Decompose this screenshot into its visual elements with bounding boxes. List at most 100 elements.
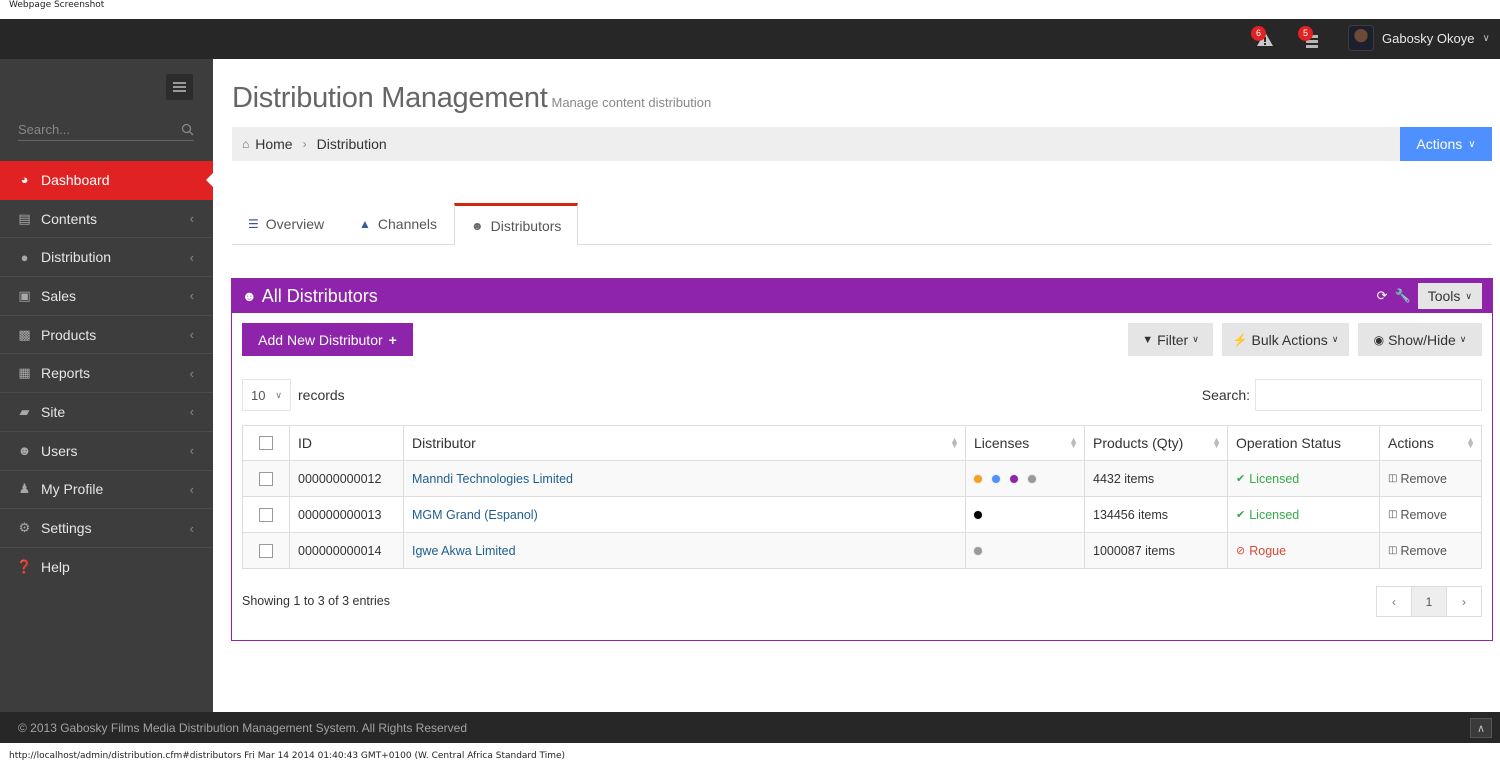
globe-icon: ●	[20, 249, 29, 265]
panel-tools: ⟳ 🔧 Tools ∨	[1377, 283, 1482, 309]
records-per-page-value: 10	[251, 387, 266, 403]
sidebar-search-input[interactable]	[18, 122, 168, 137]
license-dot[interactable]	[992, 474, 1000, 483]
cell-status: ⊘ Rogue	[1227, 532, 1380, 569]
remove-button[interactable]: ◫ Remove	[1388, 472, 1473, 486]
sidebar-item-contents[interactable]: ▤ Contents ‹	[0, 200, 213, 239]
column-label: Actions	[1388, 435, 1434, 451]
license-dot[interactable]	[974, 474, 982, 483]
column-header-id[interactable]: ID	[289, 425, 404, 461]
cell-distributor: MGM Grand (Espanol)	[403, 496, 966, 533]
plus-icon: +	[388, 331, 397, 348]
cell-id: 000000000014	[289, 532, 404, 569]
sidebar-item-products[interactable]: ▩ Products ‹	[0, 316, 213, 355]
tab-label: Distributors	[490, 217, 562, 234]
table-header-row: ID Distributor ▲ ▼ Licenses ▲ ▼ Products (Qt…	[242, 425, 1482, 461]
remove-label: Remove	[1400, 471, 1447, 486]
row-checkbox[interactable]	[259, 543, 273, 558]
table-row: 000000000013 MGM Grand (Espanol) 134456 …	[242, 496, 1482, 533]
sidebar-item-sales[interactable]: ▣ Sales ‹	[0, 277, 213, 316]
group-icon: ☻	[242, 288, 257, 304]
column-header-actions[interactable]: Actions ▲ ▼	[1379, 425, 1482, 461]
tab-bar: ☰ Overview ▲ Channels ☻ Distributors	[232, 203, 1492, 246]
user-name: Gabosky Okoye	[1382, 30, 1475, 46]
records-per-page-select[interactable]: 10 ∨	[242, 379, 291, 411]
chevron-down-icon: ∨	[1331, 334, 1339, 344]
distributor-link[interactable]: Manndi Technologies Limited	[412, 472, 573, 486]
sidebar-item-settings[interactable]: ⚙ Settings ‹	[0, 509, 213, 548]
tab-channels[interactable]: ▲ Channels	[343, 203, 453, 245]
actions-button[interactable]: Actions ∨	[1400, 127, 1492, 161]
page-title: Distribution Management Manage content di…	[232, 82, 711, 115]
pagination-next[interactable]: ›	[1446, 586, 1482, 617]
list-icon: ☰	[248, 217, 259, 231]
user-icon: ♟	[18, 481, 31, 497]
scroll-to-top-button[interactable]: ∧	[1470, 718, 1492, 738]
row-checkbox[interactable]	[259, 471, 273, 486]
chevron-left-icon: ‹	[189, 327, 194, 343]
messages-notification[interactable]: 5	[1298, 26, 1324, 50]
chevron-left-icon: ‹	[189, 481, 194, 497]
show-hide-button[interactable]: ◉ Show/Hide ∨	[1358, 323, 1482, 356]
sidebar-item-help[interactable]: ❓ Help	[0, 548, 213, 587]
license-dot[interactable]	[974, 510, 982, 519]
footer-copyright: © 2013 Gabosky Films Media Distribution …	[18, 720, 468, 735]
cogs-icon: ⚙	[18, 520, 31, 536]
capture-url: http://localhost/admin/distribution.cfm#…	[9, 751, 566, 761]
tab-distributors[interactable]: ☻ Distributors	[454, 203, 579, 246]
row-checkbox[interactable]	[259, 507, 273, 522]
status-label: Rogue	[1249, 543, 1287, 558]
status-badge: ✔ Licensed	[1236, 508, 1371, 522]
license-dot[interactable]	[1010, 474, 1018, 483]
sidebar-item-dashboard[interactable]: ◕ Dashboard	[0, 161, 213, 200]
column-header-licenses[interactable]: Licenses ▲ ▼	[965, 425, 1085, 461]
license-dot[interactable]	[1028, 474, 1036, 483]
tools-button[interactable]: Tools ∨	[1417, 283, 1482, 309]
column-header-operation-status[interactable]: Operation Status	[1227, 425, 1380, 461]
footer: © 2013 Gabosky Films Media Distribution …	[0, 712, 1500, 743]
column-label: Distributor	[412, 435, 476, 451]
search-icon[interactable]	[181, 123, 194, 136]
table-row: 000000000014 Igwe Akwa Limited 1000087 i…	[242, 532, 1482, 569]
select-all-checkbox[interactable]	[259, 436, 273, 450]
sidebar-item-distribution[interactable]: ● Distribution ‹	[0, 238, 213, 278]
distributor-link[interactable]: MGM Grand (Espanol)	[412, 508, 538, 522]
refresh-icon[interactable]: ⟳	[1377, 288, 1388, 304]
user-menu[interactable]: Gabosky Okoye ∨	[1348, 25, 1490, 51]
table-search-input[interactable]	[1255, 379, 1482, 411]
column-header-distributor[interactable]: Distributor ▲ ▼	[403, 425, 966, 461]
license-dot[interactable]	[974, 546, 982, 555]
sidebar-item-users[interactable]: ☻ Users ‹	[0, 432, 213, 471]
pagination-page[interactable]: 1	[1411, 586, 1447, 617]
chevron-right-icon: ›	[1462, 594, 1466, 609]
question-icon: ❓	[16, 559, 33, 575]
column-header-products[interactable]: Products (Qty) ▲ ▼	[1084, 425, 1228, 461]
sidebar-item-label: Site	[41, 403, 66, 420]
cell-products: 1000087 items	[1084, 532, 1228, 569]
group-icon: ☻	[17, 443, 32, 459]
remove-button[interactable]: ◫ Remove	[1388, 544, 1473, 558]
pagination-prev[interactable]: ‹	[1376, 586, 1412, 617]
sidebar-item-my-profile[interactable]: ♟ My Profile ‹	[0, 471, 213, 510]
sidebar-toggle-button[interactable]	[166, 74, 193, 100]
chevron-left-icon: ‹	[189, 520, 194, 536]
wrench-icon[interactable]: 🔧	[1395, 288, 1411, 304]
dashboard-icon: ◕	[20, 172, 29, 188]
money-icon: ▣	[18, 287, 31, 303]
alerts-badge: 6	[1251, 26, 1266, 41]
breadcrumb-home-link[interactable]: Home	[255, 136, 292, 152]
add-distributor-button[interactable]: Add New Distributor +	[242, 323, 413, 356]
bulk-actions-button[interactable]: ⚡ Bulk Actions ∨	[1222, 323, 1349, 356]
tab-overview[interactable]: ☰ Overview	[232, 203, 340, 245]
alerts-notification[interactable]: 6	[1251, 26, 1277, 50]
sidebar-item-site[interactable]: ▰ Site ‹	[0, 393, 213, 432]
status-label: Licensed	[1249, 471, 1300, 486]
filter-button[interactable]: ▼ Filter ∨	[1128, 323, 1213, 356]
bulk-actions-label: Bulk Actions	[1251, 331, 1328, 348]
sort-icon: ▲ ▼	[1069, 435, 1078, 450]
chevron-left-icon: ‹	[189, 249, 194, 265]
distributor-link[interactable]: Igwe Akwa Limited	[412, 544, 516, 558]
remove-button[interactable]: ◫ Remove	[1388, 508, 1473, 522]
chevron-down-icon: ∨	[1468, 138, 1476, 150]
sidebar-item-reports[interactable]: ▦ Reports ‹	[0, 354, 213, 394]
